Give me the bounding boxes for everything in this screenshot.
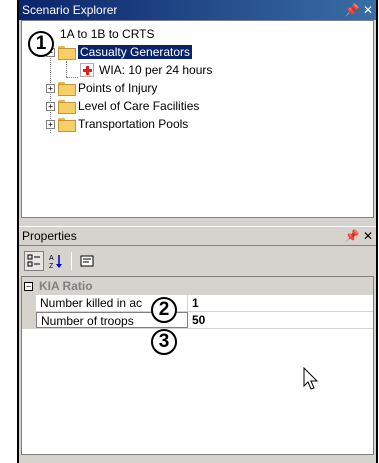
tree-item-label: Points of Injury [78, 81, 158, 95]
row-gutter [22, 295, 36, 311]
categorized-icon[interactable] [24, 251, 44, 271]
scenario-tree[interactable]: 1A to 1B to CRTS − Casualty Generators W… [21, 20, 374, 218]
tree-item-label: Casualty Generators [78, 45, 193, 59]
property-value[interactable]: 1 [188, 295, 373, 311]
tree-root[interactable]: 1A to 1B to CRTS [60, 25, 155, 43]
folder-icon [58, 118, 76, 132]
svg-text:Z: Z [49, 263, 54, 269]
category-row[interactable]: − KIA Ratio [22, 277, 373, 295]
tree-item-level-of-care[interactable]: + Level of Care Facilities [46, 97, 199, 115]
expand-icon[interactable]: + [46, 101, 55, 111]
properties-toolbar: AZ [21, 248, 374, 274]
property-row[interactable]: Number of troops 50 [22, 312, 373, 329]
tree-root-label: 1A to 1B to CRTS [60, 27, 155, 41]
tree-item-label: WIA: 10 per 24 hours [99, 63, 213, 77]
collapse-icon[interactable]: − [24, 281, 33, 291]
svg-text:A: A [49, 255, 54, 262]
tree-item-casualty-generators[interactable]: − Casualty Generators [46, 43, 193, 61]
property-grid[interactable]: − KIA Ratio Number killed in ac 1 Number… [21, 276, 374, 455]
properties-titlebar: Properties 📌 ✕ [19, 226, 376, 246]
callout-marker: 2 [151, 297, 177, 323]
tree-item-label: Level of Care Facilities [78, 99, 200, 113]
scenario-explorer-titlebar: Scenario Explorer 📌 ✕ [19, 0, 376, 20]
property-value[interactable]: 50 [188, 312, 373, 328]
expand-icon[interactable]: + [46, 119, 55, 129]
mouse-cursor-icon [303, 367, 319, 390]
folder-icon [58, 100, 76, 114]
tree-item-transportation-pools[interactable]: + Transportation Pools [46, 115, 188, 133]
properties-title: Properties [22, 229, 77, 243]
tree-connector [66, 61, 67, 77]
category-label: KIA Ratio [39, 279, 93, 293]
callout-marker: 1 [28, 31, 54, 57]
property-row[interactable]: Number killed in ac 1 [22, 295, 373, 312]
close-icon[interactable]: ✕ [360, 227, 376, 245]
close-icon[interactable]: ✕ [360, 1, 376, 19]
folder-icon [58, 46, 76, 60]
folder-icon [58, 82, 76, 96]
tree-item-points-of-injury[interactable]: + Points of Injury [46, 79, 157, 97]
row-gutter [22, 312, 36, 328]
property-pages-icon[interactable] [77, 251, 97, 271]
pin-icon[interactable]: 📌 [344, 227, 360, 245]
toolbar-separator [71, 252, 72, 270]
tree-connector [66, 77, 78, 78]
expand-icon[interactable]: + [46, 83, 55, 93]
alphabetical-sort-icon[interactable]: AZ [46, 251, 66, 271]
tree-item-wia[interactable]: WIA: 10 per 24 hours [80, 61, 212, 79]
pane-splitter[interactable] [19, 218, 376, 226]
pin-icon[interactable]: 📌 [344, 1, 360, 19]
callout-marker: 3 [151, 329, 177, 355]
scenario-explorer-title: Scenario Explorer [22, 3, 118, 17]
tree-item-label: Transportation Pools [78, 117, 189, 131]
red-cross-icon [80, 63, 94, 77]
app-frame: Scenario Explorer 📌 ✕ 1A to 1B to CRTS −… [17, 0, 378, 463]
